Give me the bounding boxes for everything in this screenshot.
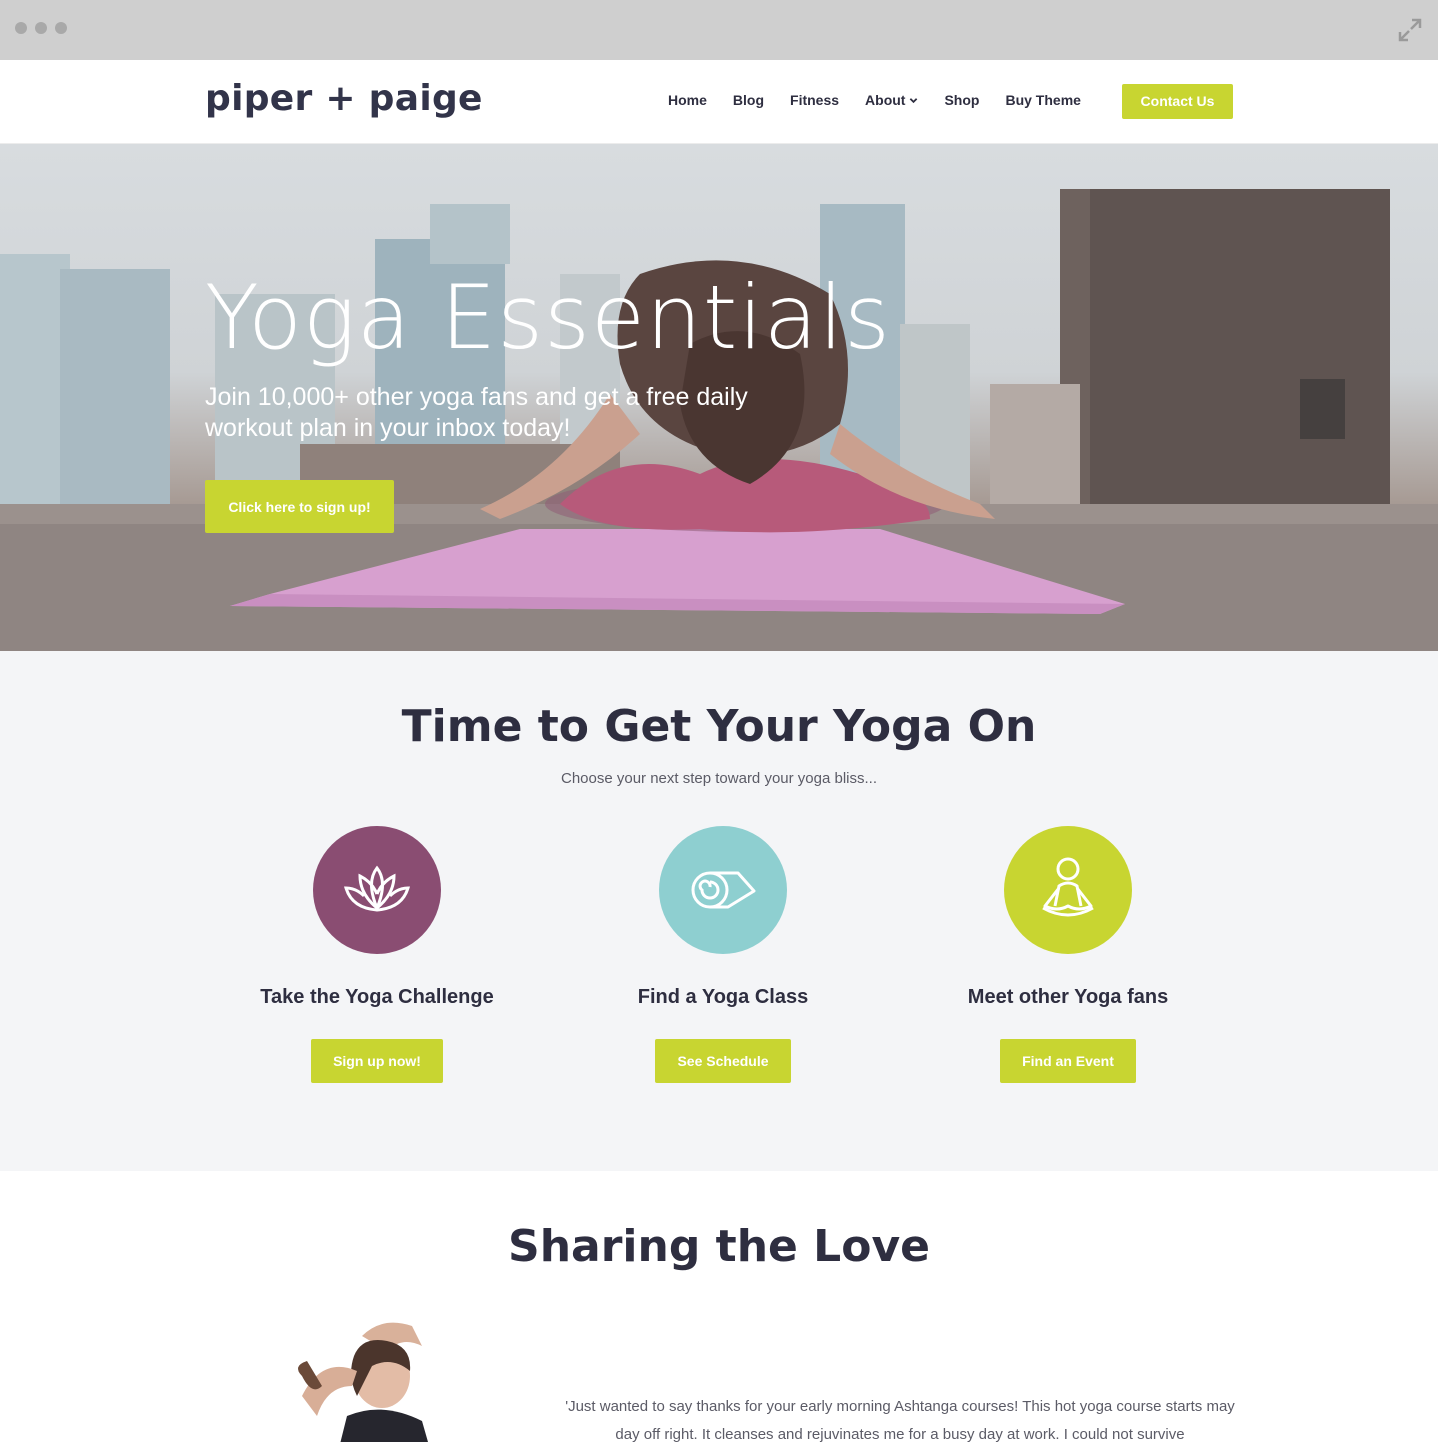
nav-about-label: About (865, 92, 906, 108)
testimonials-title: Sharing the Love (508, 1221, 930, 1272)
nav-fitness[interactable]: Fitness (790, 92, 839, 108)
window-dot-zoom[interactable] (55, 22, 67, 34)
yoga-mat-icon (659, 826, 787, 954)
features-subtitle: Choose your next step toward your yoga b… (561, 770, 877, 787)
site-header: piper + paige Home Blog Fitness About Sh… (0, 60, 1438, 144)
feature-card-title: Take the Yoga Challenge (260, 986, 494, 1008)
nav-blog-label: Blog (732, 92, 765, 108)
nav-buy-theme[interactable]: Buy Theme (1005, 92, 1080, 108)
nav-about[interactable]: About (865, 92, 918, 108)
feature-card-challenge: Take the Yoga Challenge Sign up now! (227, 826, 527, 1083)
features-title: Time to Get Your Yoga On (401, 701, 1037, 752)
nav-shop[interactable]: Shop (944, 92, 979, 108)
testimonial-quote: 'Just wanted to say thanks for your earl… (565, 1398, 1235, 1442)
window-dot-close[interactable] (15, 22, 27, 34)
site-logo[interactable]: piper + paige (205, 78, 483, 119)
main-nav: Home Blog Fitness About Shop Buy Theme (668, 92, 1107, 108)
testimonials-section: Sharing the Love 'Just wanted to say tha… (0, 1171, 1438, 1442)
nav-home-label: Home (668, 92, 707, 108)
nav-blog[interactable]: Blog (733, 92, 764, 108)
feature-card-title: Meet other Yoga fans (967, 986, 1169, 1008)
hero-signup-button[interactable]: Click here to sign up! (205, 480, 394, 533)
chevron-down-icon (910, 97, 918, 103)
feature-card-fans: Meet other Yoga fans Find an Event (918, 826, 1218, 1083)
contact-us-button[interactable]: Contact Us (1122, 84, 1233, 119)
sign-up-now-button[interactable]: Sign up now! (311, 1039, 443, 1083)
features-section: Time to Get Your Yoga On Choose your nex… (0, 651, 1438, 1171)
nav-shop-label: Shop (944, 92, 980, 108)
nav-fitness-label: Fitness (790, 92, 840, 108)
hero-banner: Yoga Essentials Join 10,000+ other yoga … (0, 144, 1438, 651)
window-dot-minimize[interactable] (35, 22, 47, 34)
feature-card-class: Find a Yoga Class See Schedule (573, 826, 873, 1083)
hero-title: Yoga Essentials (205, 266, 891, 369)
testimonial-portrait-image (298, 1322, 428, 1442)
feature-card-title: Find a Yoga Class (637, 986, 809, 1008)
nav-home[interactable]: Home (668, 92, 707, 108)
expand-icon[interactable] (1396, 16, 1424, 44)
lotus-icon (313, 826, 441, 954)
nav-buy-theme-label: Buy Theme (1005, 92, 1081, 108)
meditation-icon (1004, 826, 1132, 954)
browser-chrome (0, 0, 1438, 60)
find-an-event-button[interactable]: Find an Event (1000, 1039, 1136, 1083)
see-schedule-button[interactable]: See Schedule (655, 1039, 791, 1083)
hero-subtitle: Join 10,000+ other yoga fans and get a f… (205, 383, 748, 442)
